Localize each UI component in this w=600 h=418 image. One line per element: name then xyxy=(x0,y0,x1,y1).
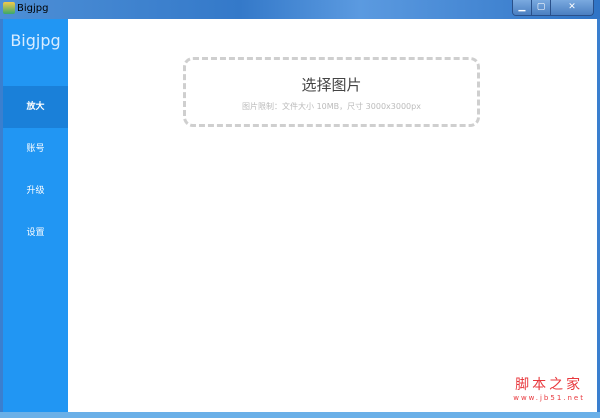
window-controls: ▁ ▢ ✕ xyxy=(512,0,594,16)
nav-item-account[interactable]: 账号 xyxy=(3,128,68,170)
nav-item-settings[interactable]: 设置 xyxy=(3,212,68,254)
nav-item-enlarge[interactable]: 放大 xyxy=(3,86,68,128)
app-logo: Bigjpg xyxy=(10,31,61,50)
main-content: 选择图片 图片限制：文件大小 10MB，尺寸 3000x3000px 脚本之家 … xyxy=(68,19,597,412)
minimize-button[interactable]: ▁ xyxy=(513,0,532,15)
watermark-title: 脚本之家 xyxy=(515,377,584,393)
watermark-url: www.jb51.net xyxy=(513,394,585,402)
upload-hint: 图片限制：文件大小 10MB，尺寸 3000x3000px xyxy=(242,102,421,111)
window-title: Bigjpg xyxy=(17,3,49,14)
title-bar: Bigjpg ▁ ▢ ✕ xyxy=(0,0,600,19)
app-icon xyxy=(3,2,15,14)
nav-item-upgrade[interactable]: 升级 xyxy=(3,170,68,212)
maximize-button[interactable]: ▢ xyxy=(532,0,551,15)
watermark: 脚本之家 www.jb51.net xyxy=(513,374,585,402)
window-frame-bottom xyxy=(0,412,600,418)
select-image-dropzone[interactable]: 选择图片 图片限制：文件大小 10MB，尺寸 3000x3000px xyxy=(183,57,480,127)
sidebar: Bigjpg 放大 账号 升级 设置 xyxy=(3,19,68,412)
close-button[interactable]: ✕ xyxy=(551,0,593,15)
upload-title: 选择图片 xyxy=(301,76,362,94)
